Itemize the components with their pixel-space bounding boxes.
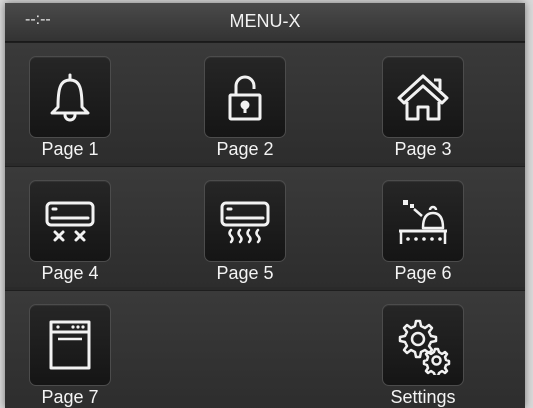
menu-screen: --:-- MENU-X Page 1 Page 2 Page 3 Page 4… [5,3,525,408]
page-7-tile[interactable]: Page 7 [5,291,135,408]
page-1-tile[interactable]: Page 1 [5,43,135,163]
bell-pan-scene-icon [399,200,447,244]
page-6-tile[interactable]: Page 6 [358,167,488,287]
gears-icon [398,319,451,375]
top-bar: --:-- MENU-X [5,3,525,42]
oven-icon [49,320,91,370]
page-4-label: Page 4 [41,263,99,283]
menu-row-1: Page 1 Page 2 Page 3 [5,42,525,163]
air-conditioner-off-icon [45,201,95,242]
page-2-tile[interactable]: Page 2 [180,43,310,163]
page-title: MENU-X [229,11,301,31]
air-conditioner-heat-icon [220,201,270,244]
page-2-button[interactable] [204,56,286,138]
unlocked-padlock-icon [228,75,262,121]
page-3-button[interactable] [382,56,464,138]
page-5-tile[interactable]: Page 5 [180,167,310,287]
settings-tile[interactable]: Settings [358,291,488,408]
bell-icon [50,73,90,122]
settings-label: Settings [390,387,456,407]
home-icon [397,74,449,121]
page-4-button[interactable] [29,180,111,262]
page-7-button[interactable] [29,304,111,386]
page-1-button[interactable] [29,56,111,138]
page-1-label: Page 1 [41,139,99,159]
page-5-button[interactable] [204,180,286,262]
page-6-button[interactable] [382,180,464,262]
menu-row-2: Page 4 Page 5 Page 6 [5,166,525,287]
page-6-label: Page 6 [394,263,452,283]
page-5-label: Page 5 [216,263,274,283]
page-3-tile[interactable]: Page 3 [358,43,488,163]
page-7-label: Page 7 [41,387,99,407]
settings-button[interactable] [382,304,464,386]
page-4-tile[interactable]: Page 4 [5,167,135,287]
page-2-label: Page 2 [216,139,274,159]
page-3-label: Page 3 [394,139,452,159]
menu-row-3: Page 7 Settings [5,290,525,408]
